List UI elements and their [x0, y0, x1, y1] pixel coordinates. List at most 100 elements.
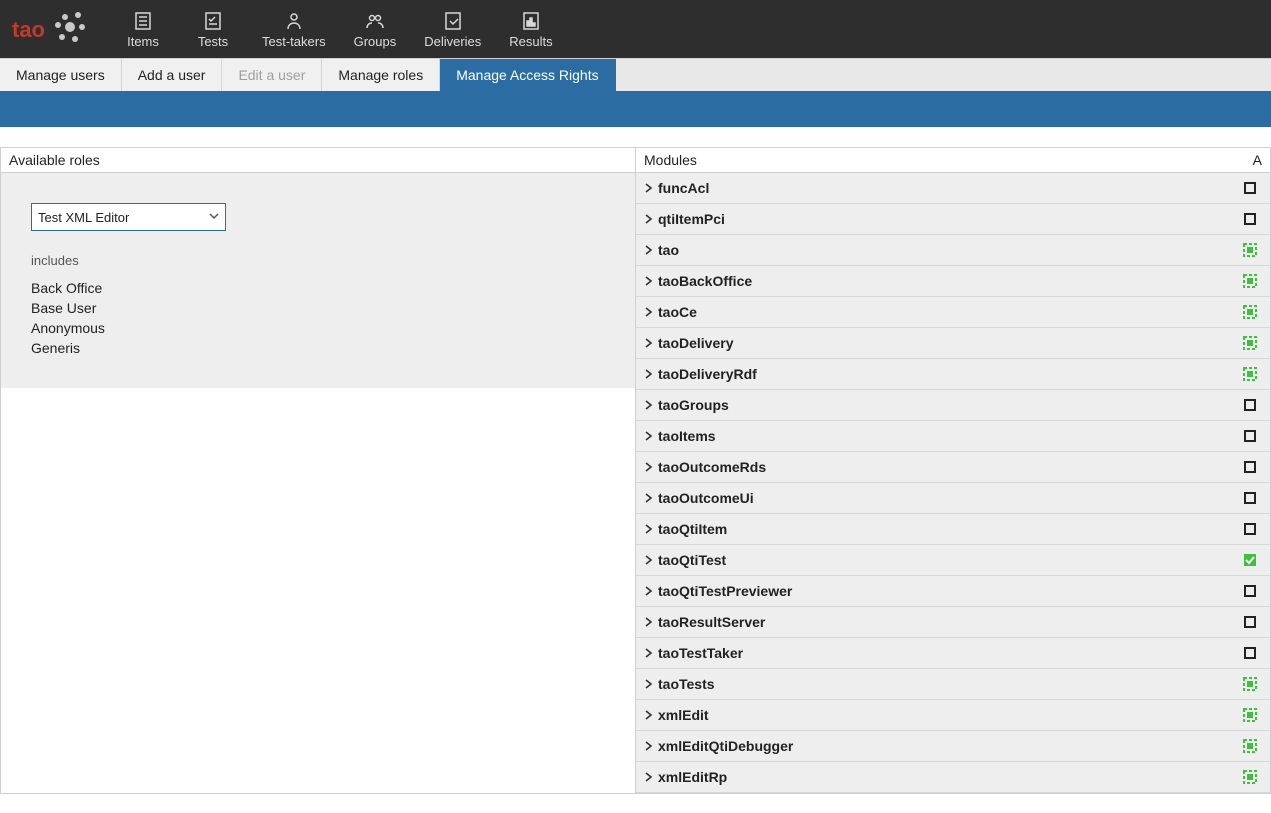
expand-icon[interactable] — [644, 462, 654, 472]
expand-icon[interactable] — [644, 555, 654, 565]
module-checkbox[interactable] — [1242, 769, 1258, 785]
module-name[interactable]: taoBackOffice — [658, 273, 752, 289]
module-checkbox[interactable] — [1242, 366, 1258, 382]
module-checkbox[interactable] — [1242, 211, 1258, 227]
nav-item-deliveries[interactable]: Deliveries — [410, 0, 495, 58]
module-name[interactable]: taoOutcomeUi — [658, 490, 754, 506]
module-checkbox[interactable] — [1242, 242, 1258, 258]
module-checkbox[interactable] — [1242, 614, 1258, 630]
subtabs: Manage usersAdd a userEdit a userManage … — [0, 58, 1271, 91]
role-select[interactable]: Test XML Editor — [31, 203, 226, 231]
module-name[interactable]: taoQtiItem — [658, 521, 727, 537]
tab-manage-users[interactable]: Manage users — [0, 59, 122, 91]
nav-item-test-takers[interactable]: Test-takers — [248, 0, 340, 58]
includes-item: Back Office — [31, 278, 605, 298]
available-roles-body: Test XML Editor includes Back OfficeBase… — [1, 173, 635, 388]
module-row: tao — [636, 235, 1270, 266]
module-row: taoCe — [636, 297, 1270, 328]
expand-icon[interactable] — [644, 772, 654, 782]
module-checkbox[interactable] — [1242, 676, 1258, 692]
expand-icon[interactable] — [644, 183, 654, 193]
module-checkbox[interactable] — [1242, 428, 1258, 444]
banner — [0, 91, 1271, 127]
module-checkbox[interactable] — [1242, 304, 1258, 320]
tab-edit-user: Edit a user — [222, 59, 322, 91]
expand-icon[interactable] — [644, 369, 654, 379]
module-name[interactable]: taoGroups — [658, 397, 729, 413]
module-row: taoDelivery — [636, 328, 1270, 359]
module-name[interactable]: taoDelivery — [658, 335, 733, 351]
module-name[interactable]: xmlEdit — [658, 707, 709, 723]
module-checkbox[interactable] — [1242, 490, 1258, 506]
nav-item-results[interactable]: Results — [495, 0, 566, 58]
svg-text:tao: tao — [12, 17, 45, 42]
module-row: taoQtiTestPreviewer — [636, 576, 1270, 607]
results-icon — [521, 10, 541, 32]
module-name[interactable]: taoOutcomeRds — [658, 459, 766, 475]
module-row: taoBackOffice — [636, 266, 1270, 297]
module-name[interactable]: taoQtiTestPreviewer — [658, 583, 792, 599]
module-checkbox[interactable] — [1242, 459, 1258, 475]
module-name[interactable]: taoItems — [658, 428, 716, 444]
expand-icon[interactable] — [644, 214, 654, 224]
module-name[interactable]: tao — [658, 242, 679, 258]
expand-icon[interactable] — [644, 276, 654, 286]
module-name[interactable]: qtiItemPci — [658, 211, 725, 227]
expand-icon[interactable] — [644, 679, 654, 689]
module-name[interactable]: taoResultServer — [658, 614, 765, 630]
module-checkbox[interactable] — [1242, 521, 1258, 537]
module-checkbox[interactable] — [1242, 552, 1258, 568]
module-name[interactable]: taoTests — [658, 676, 715, 692]
module-name[interactable]: funcAcl — [658, 180, 709, 196]
modules-list: funcAcl qtiItemPci tao taoBackOffice taoCe ta… — [636, 173, 1270, 793]
module-name[interactable]: taoQtiTest — [658, 552, 726, 568]
module-checkbox[interactable] — [1242, 645, 1258, 661]
expand-icon[interactable] — [644, 741, 654, 751]
module-row: taoQtiTest — [636, 545, 1270, 576]
module-checkbox[interactable] — [1242, 738, 1258, 754]
tao-logo-icon: tao — [10, 7, 90, 51]
module-checkbox[interactable] — [1242, 397, 1258, 413]
nav-item-groups[interactable]: Groups — [340, 0, 411, 58]
expand-icon[interactable] — [644, 617, 654, 627]
expand-icon[interactable] — [644, 524, 654, 534]
expand-icon[interactable] — [644, 431, 654, 441]
expand-icon[interactable] — [644, 307, 654, 317]
module-name[interactable]: taoTestTaker — [658, 645, 743, 661]
module-name[interactable]: taoDeliveryRdf — [658, 366, 757, 382]
expand-icon[interactable] — [644, 493, 654, 503]
expand-icon[interactable] — [644, 710, 654, 720]
includes-item: Generis — [31, 338, 605, 358]
modules-header: Modules — [644, 152, 697, 168]
nav-item-tests[interactable]: Tests — [178, 0, 248, 58]
expand-icon[interactable] — [644, 245, 654, 255]
module-checkbox[interactable] — [1242, 583, 1258, 599]
expand-icon[interactable] — [644, 400, 654, 410]
nav-item-items[interactable]: Items — [108, 0, 178, 58]
module-row: taoResultServer — [636, 607, 1270, 638]
nav-item-label: Groups — [354, 34, 397, 49]
chevron-down-icon — [209, 211, 219, 224]
tab-manage-roles[interactable]: Manage roles — [322, 59, 440, 91]
tab-access-rights[interactable]: Manage Access Rights — [440, 59, 615, 91]
expand-icon[interactable] — [644, 586, 654, 596]
tab-add-user[interactable]: Add a user — [122, 59, 223, 91]
groups-icon — [365, 10, 385, 32]
expand-icon[interactable] — [644, 648, 654, 658]
module-name[interactable]: xmlEditQtiDebugger — [658, 738, 793, 754]
module-row: qtiItemPci — [636, 204, 1270, 235]
module-checkbox[interactable] — [1242, 180, 1258, 196]
nav-item-label: Deliveries — [424, 34, 481, 49]
expand-icon[interactable] — [644, 338, 654, 348]
module-row: taoDeliveryRdf — [636, 359, 1270, 390]
module-row: xmlEdit — [636, 700, 1270, 731]
module-checkbox[interactable] — [1242, 273, 1258, 289]
module-row: taoOutcomeUi — [636, 483, 1270, 514]
module-name[interactable]: taoCe — [658, 304, 697, 320]
module-name[interactable]: xmlEditRp — [658, 769, 727, 785]
logo: tao — [0, 0, 108, 58]
module-checkbox[interactable] — [1242, 335, 1258, 351]
available-roles-header: Available roles — [1, 148, 635, 173]
module-checkbox[interactable] — [1242, 707, 1258, 723]
module-row: taoTests — [636, 669, 1270, 700]
